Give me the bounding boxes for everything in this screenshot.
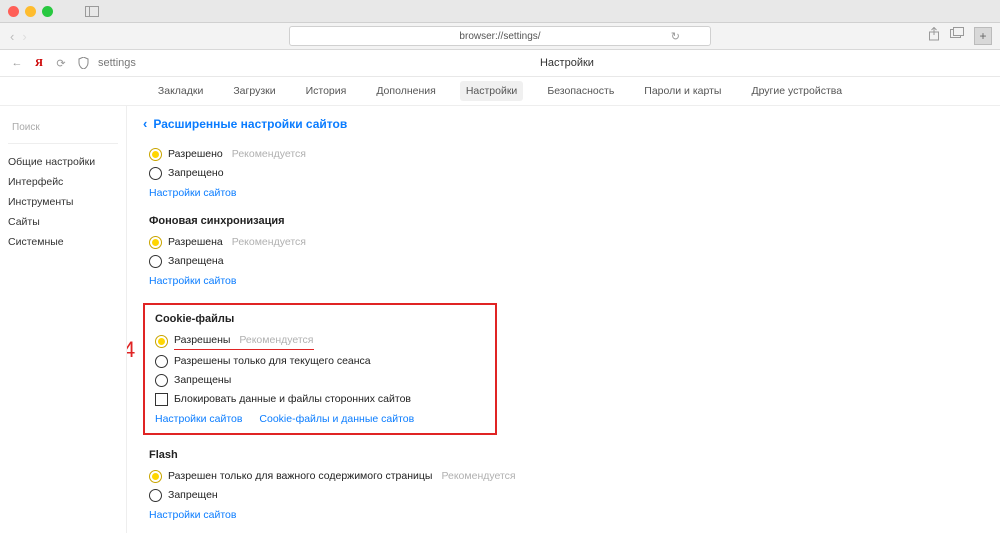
settings-tabs: Закладки Загрузки История Дополнения Нас… (0, 77, 1000, 106)
sidebar-search[interactable]: Поиск (8, 116, 118, 144)
inner-reload-icon[interactable]: ⟳ (54, 56, 68, 70)
mac-url-text: browser://settings/ (459, 31, 540, 42)
section-bg-sync: Фоновая синхронизация РазрешенаРекоменду… (149, 215, 984, 287)
checkbox-block-3p-cookies[interactable] (155, 393, 168, 406)
shield-icon[interactable] (76, 56, 90, 70)
sidebar-toggle-icon[interactable] (85, 6, 99, 17)
section-heading[interactable]: Расширенные настройки сайтов (153, 117, 347, 131)
annotation-box: 4 Cookie-файлы Разрешены Рекомендуется Р… (143, 303, 497, 435)
share-icon[interactable] (928, 27, 940, 45)
sidebar-item-general[interactable]: Общие настройки (8, 152, 118, 172)
link-cookie-data[interactable]: Cookie-файлы и данные сайтов (259, 413, 414, 425)
tabs-icon[interactable] (950, 27, 964, 45)
radio-flash-deny[interactable] (149, 489, 162, 502)
tab-downloads[interactable]: Загрузки (227, 81, 281, 101)
radio-images-allow[interactable] (149, 148, 162, 161)
tab-bookmarks[interactable]: Закладки (152, 81, 209, 101)
radio-images-deny[interactable] (149, 167, 162, 180)
nav-back-icon[interactable]: ‹ (10, 29, 14, 44)
close-window-button[interactable] (8, 6, 19, 17)
settings-sidebar: Поиск Общие настройки Интерфейс Инструме… (0, 106, 127, 533)
radio-sync-deny[interactable] (149, 255, 162, 268)
reload-icon[interactable]: ↻ (671, 30, 680, 43)
section-images-partial: РазрешеноРекомендуется Запрещено Настрой… (149, 145, 984, 199)
mac-titlebar (0, 0, 1000, 23)
new-tab-button[interactable]: + (974, 27, 992, 45)
section-heading-row: ‹ Расширенные настройки сайтов (143, 116, 984, 131)
back-chevron-icon[interactable]: ‹ (143, 116, 147, 131)
tab-other-devices[interactable]: Другие устройства (745, 81, 848, 101)
annotation-number: 4 (127, 337, 135, 363)
maximize-window-button[interactable] (42, 6, 53, 17)
minimize-window-button[interactable] (25, 6, 36, 17)
section-title-cookies: Cookie-файлы (155, 313, 485, 325)
radio-cookies-allow[interactable] (155, 335, 168, 348)
radio-cookies-deny[interactable] (155, 374, 168, 387)
section-flash: Flash Разрешен только для важного содерж… (149, 449, 984, 521)
link-site-settings-4[interactable]: Настройки сайтов (149, 509, 236, 521)
section-cookies: Cookie-файлы Разрешены Рекомендуется Раз… (155, 313, 485, 425)
radio-sync-allow[interactable] (149, 236, 162, 249)
tab-passwords[interactable]: Пароли и карты (638, 81, 727, 101)
nav-forward-icon: › (22, 29, 26, 44)
tab-addons[interactable]: Дополнения (370, 81, 441, 101)
mac-url-field[interactable]: browser://settings/ (289, 26, 711, 46)
tab-security[interactable]: Безопасность (541, 81, 620, 101)
link-site-settings-1[interactable]: Настройки сайтов (149, 187, 236, 199)
inner-toolbar: ← Я ⟳ settings Настройки (0, 50, 1000, 77)
yandex-logo-icon[interactable]: Я (32, 56, 46, 70)
radio-cookies-session[interactable] (155, 355, 168, 368)
sidebar-item-interface[interactable]: Интерфейс (8, 172, 118, 192)
sidebar-item-sites[interactable]: Сайты (8, 212, 118, 232)
sidebar-item-tools[interactable]: Инструменты (8, 192, 118, 212)
section-title-flash: Flash (149, 449, 984, 461)
page-title: Настройки (144, 57, 990, 69)
settings-main: ‹ Расширенные настройки сайтов Разрешено… (127, 106, 1000, 533)
inner-address-text[interactable]: settings (98, 57, 136, 69)
link-site-settings-2[interactable]: Настройки сайтов (149, 275, 236, 287)
sidebar-item-system[interactable]: Системные (8, 232, 118, 252)
radio-flash-allow[interactable] (149, 470, 162, 483)
tab-history[interactable]: История (300, 81, 353, 101)
tab-settings[interactable]: Настройки (460, 81, 524, 101)
mac-addressbar: ‹ › browser://settings/ ↻ + (0, 23, 1000, 50)
inner-back-icon[interactable]: ← (10, 56, 24, 70)
link-site-settings-3[interactable]: Настройки сайтов (155, 413, 242, 425)
section-title-sync: Фоновая синхронизация (149, 215, 984, 227)
